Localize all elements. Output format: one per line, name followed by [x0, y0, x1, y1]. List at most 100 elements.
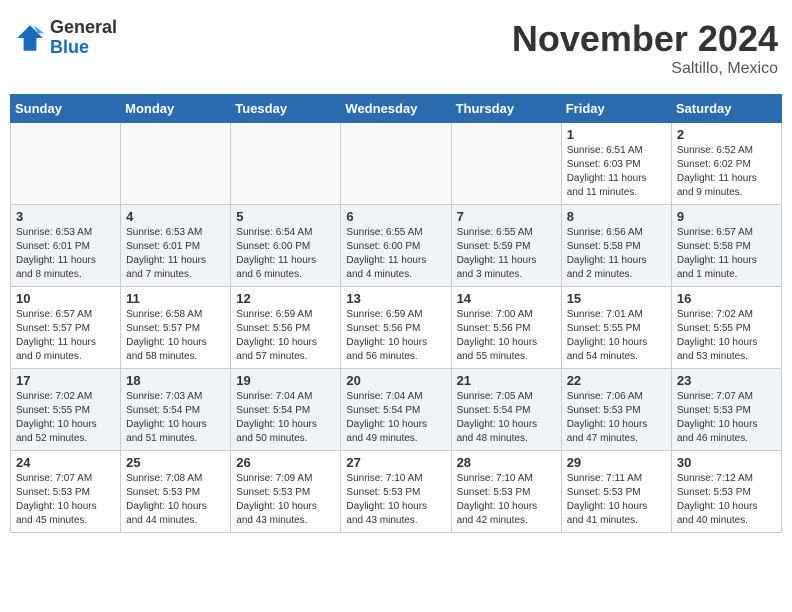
calendar-cell: 17 Sunrise: 7:02 AM Sunset: 5:55 PM Dayli… — [11, 369, 121, 451]
day-number: 30 — [677, 455, 776, 470]
day-info: Sunrise: 7:10 AM Sunset: 5:53 PM Dayligh… — [457, 472, 556, 528]
day-number: 15 — [567, 291, 666, 306]
calendar-cell — [451, 123, 561, 205]
calendar-cell: 25 Sunrise: 7:08 AM Sunset: 5:53 PM Dayli… — [121, 451, 231, 533]
day-number: 18 — [126, 373, 225, 388]
day-info: Sunrise: 6:57 AM Sunset: 5:57 PM Dayligh… — [16, 308, 115, 364]
day-info: Sunrise: 7:09 AM Sunset: 5:53 PM Dayligh… — [236, 472, 335, 528]
calendar-cell: 26 Sunrise: 7:09 AM Sunset: 5:53 PM Dayli… — [231, 451, 341, 533]
calendar-cell: 19 Sunrise: 7:04 AM Sunset: 5:54 PM Dayli… — [231, 369, 341, 451]
day-number: 24 — [16, 455, 115, 470]
day-number: 20 — [346, 373, 445, 388]
day-info: Sunrise: 6:55 AM Sunset: 6:00 PM Dayligh… — [346, 226, 445, 282]
calendar-cell: 27 Sunrise: 7:10 AM Sunset: 5:53 PM Dayli… — [341, 451, 451, 533]
calendar-cell: 2Sunrise: 6:52 AM Sunset: 6:02 PM Daylig… — [671, 123, 781, 205]
day-header-wednesday: Wednesday — [341, 95, 451, 123]
day-info: Sunrise: 7:11 AM Sunset: 5:53 PM Dayligh… — [567, 472, 666, 528]
day-number: 23 — [677, 373, 776, 388]
day-number: 10 — [16, 291, 115, 306]
day-info: Sunrise: 7:04 AM Sunset: 5:54 PM Dayligh… — [236, 390, 335, 446]
calendar-cell: 29 Sunrise: 7:11 AM Sunset: 5:53 PM Dayli… — [561, 451, 671, 533]
logo-general-text: General — [50, 18, 117, 38]
day-info: Sunrise: 7:02 AM Sunset: 5:55 PM Dayligh… — [16, 390, 115, 446]
calendar-cell: 10 Sunrise: 6:57 AM Sunset: 5:57 PM Dayli… — [11, 287, 121, 369]
calendar-cell: 7 Sunrise: 6:55 AM Sunset: 5:59 PM Daylig… — [451, 205, 561, 287]
day-info: Sunrise: 7:10 AM Sunset: 5:53 PM Dayligh… — [346, 472, 445, 528]
day-number: 13 — [346, 291, 445, 306]
day-number: 27 — [346, 455, 445, 470]
day-header-friday: Friday — [561, 95, 671, 123]
day-number: 14 — [457, 291, 556, 306]
day-number: 8 — [567, 209, 666, 224]
day-info: Sunrise: 7:06 AM Sunset: 5:53 PM Dayligh… — [567, 390, 666, 446]
calendar-cell — [231, 123, 341, 205]
day-number: 25 — [126, 455, 225, 470]
day-number: 26 — [236, 455, 335, 470]
calendar-cell: 13 Sunrise: 6:59 AM Sunset: 5:56 PM Dayli… — [341, 287, 451, 369]
day-number: 11 — [126, 291, 225, 306]
calendar-cell: 11Sunrise: 6:58 AM Sunset: 5:57 PM Dayli… — [121, 287, 231, 369]
day-number: 1 — [567, 127, 666, 142]
day-info: Sunrise: 7:03 AM Sunset: 5:54 PM Dayligh… — [126, 390, 225, 446]
month-title: November 2024 — [512, 18, 778, 60]
calendar-cell: 6 Sunrise: 6:55 AM Sunset: 6:00 PM Daylig… — [341, 205, 451, 287]
day-info: Sunrise: 6:53 AM Sunset: 6:01 PM Dayligh… — [16, 226, 115, 282]
logo-icon — [14, 22, 46, 54]
day-number: 19 — [236, 373, 335, 388]
calendar-cell: 8 Sunrise: 6:56 AM Sunset: 5:58 PM Daylig… — [561, 205, 671, 287]
calendar-cell: 24 Sunrise: 7:07 AM Sunset: 5:53 PM Dayli… — [11, 451, 121, 533]
day-info: Sunrise: 6:51 AM Sunset: 6:03 PM Dayligh… — [567, 144, 666, 200]
day-info: Sunrise: 7:02 AM Sunset: 5:55 PM Dayligh… — [677, 308, 776, 364]
calendar-cell: 12Sunrise: 6:59 AM Sunset: 5:56 PM Dayli… — [231, 287, 341, 369]
day-info: Sunrise: 7:12 AM Sunset: 5:53 PM Dayligh… — [677, 472, 776, 528]
day-number: 29 — [567, 455, 666, 470]
title-area: November 2024 Saltillo, Mexico — [512, 18, 778, 78]
calendar-cell: 4 Sunrise: 6:53 AM Sunset: 6:01 PM Daylig… — [121, 205, 231, 287]
day-number: 7 — [457, 209, 556, 224]
calendar-cell: 16 Sunrise: 7:02 AM Sunset: 5:55 PM Dayli… — [671, 287, 781, 369]
day-number: 9 — [677, 209, 776, 224]
calendar-cell: 14 Sunrise: 7:00 AM Sunset: 5:56 PM Dayli… — [451, 287, 561, 369]
calendar-cell: 1 Sunrise: 6:51 AM Sunset: 6:03 PM Daylig… — [561, 123, 671, 205]
logo-blue-text: Blue — [50, 38, 117, 58]
day-number: 22 — [567, 373, 666, 388]
day-info: Sunrise: 6:57 AM Sunset: 5:58 PM Dayligh… — [677, 226, 776, 282]
calendar-cell: 18 Sunrise: 7:03 AM Sunset: 5:54 PM Dayli… — [121, 369, 231, 451]
calendar-cell: 22 Sunrise: 7:06 AM Sunset: 5:53 PM Dayli… — [561, 369, 671, 451]
day-info: Sunrise: 6:56 AM Sunset: 5:58 PM Dayligh… — [567, 226, 666, 282]
day-number: 6 — [346, 209, 445, 224]
day-number: 21 — [457, 373, 556, 388]
calendar-cell: 30 Sunrise: 7:12 AM Sunset: 5:53 PM Dayli… — [671, 451, 781, 533]
day-header-monday: Monday — [121, 95, 231, 123]
calendar-cell: 9 Sunrise: 6:57 AM Sunset: 5:58 PM Daylig… — [671, 205, 781, 287]
day-info: Sunrise: 7:08 AM Sunset: 5:53 PM Dayligh… — [126, 472, 225, 528]
day-info: Sunrise: 7:00 AM Sunset: 5:56 PM Dayligh… — [457, 308, 556, 364]
day-number: 16 — [677, 291, 776, 306]
day-info: Sunrise: 7:04 AM Sunset: 5:54 PM Dayligh… — [346, 390, 445, 446]
calendar-cell: 5 Sunrise: 6:54 AM Sunset: 6:00 PM Daylig… — [231, 205, 341, 287]
day-header-thursday: Thursday — [451, 95, 561, 123]
day-header-saturday: Saturday — [671, 95, 781, 123]
page-header: General Blue November 2024 Saltillo, Mex… — [10, 10, 782, 86]
day-info: Sunrise: 6:54 AM Sunset: 6:00 PM Dayligh… — [236, 226, 335, 282]
day-header-tuesday: Tuesday — [231, 95, 341, 123]
calendar-table: SundayMondayTuesdayWednesdayThursdayFrid… — [10, 94, 782, 533]
day-info: Sunrise: 6:59 AM Sunset: 5:56 PM Dayligh… — [346, 308, 445, 364]
day-number: 5 — [236, 209, 335, 224]
day-number: 28 — [457, 455, 556, 470]
day-info: Sunrise: 7:07 AM Sunset: 5:53 PM Dayligh… — [677, 390, 776, 446]
calendar-cell: 28 Sunrise: 7:10 AM Sunset: 5:53 PM Dayli… — [451, 451, 561, 533]
day-number: 4 — [126, 209, 225, 224]
day-info: Sunrise: 7:01 AM Sunset: 5:55 PM Dayligh… — [567, 308, 666, 364]
day-info: Sunrise: 6:55 AM Sunset: 5:59 PM Dayligh… — [457, 226, 556, 282]
calendar-cell: 3 Sunrise: 6:53 AM Sunset: 6:01 PM Daylig… — [11, 205, 121, 287]
logo: General Blue — [14, 18, 117, 58]
day-info: Sunrise: 7:07 AM Sunset: 5:53 PM Dayligh… — [16, 472, 115, 528]
day-number: 17 — [16, 373, 115, 388]
day-number: 3 — [16, 209, 115, 224]
day-info: Sunrise: 6:53 AM Sunset: 6:01 PM Dayligh… — [126, 226, 225, 282]
calendar-cell: 20 Sunrise: 7:04 AM Sunset: 5:54 PM Dayli… — [341, 369, 451, 451]
calendar-cell — [11, 123, 121, 205]
day-number: 12 — [236, 291, 335, 306]
day-info: Sunrise: 7:05 AM Sunset: 5:54 PM Dayligh… — [457, 390, 556, 446]
